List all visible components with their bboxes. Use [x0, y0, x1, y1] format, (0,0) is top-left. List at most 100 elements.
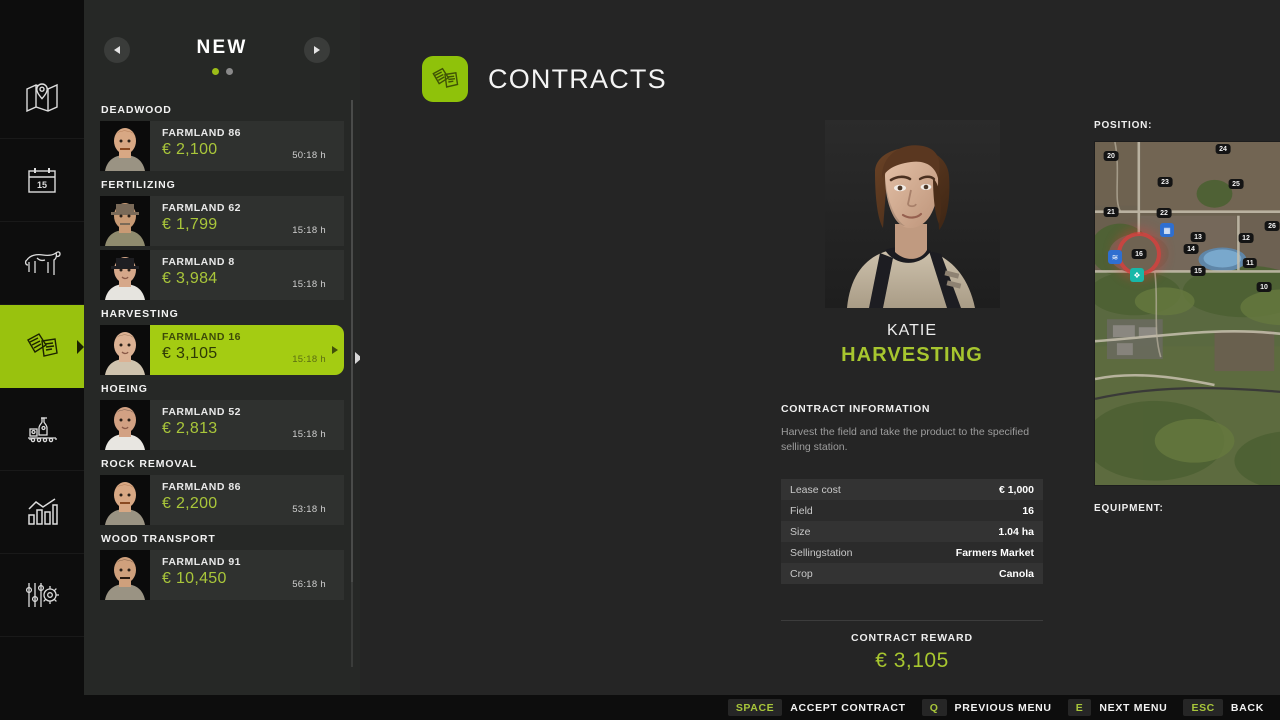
- field-number-badge: 12: [1238, 233, 1254, 243]
- field-number-badge: 23: [1157, 177, 1173, 187]
- reward-label: CONTRACT REWARD: [851, 632, 973, 644]
- calendar-15-icon: 15: [26, 165, 58, 195]
- list-scrollbar[interactable]: [351, 100, 353, 667]
- spec-row: Sellingstation Farmers Market: [781, 542, 1043, 564]
- contract-group-label: HARVESTING: [101, 308, 179, 320]
- key-action-label: BACK: [1230, 701, 1264, 714]
- svg-text:15: 15: [37, 180, 47, 190]
- contract-time-remaining: 15:18 h: [292, 429, 326, 440]
- contract-spec-table: Lease cost € 1,000 Field 16 Size 1.04 ha Se…: [781, 479, 1043, 585]
- contract-group-label: HOEING: [101, 383, 148, 395]
- prev-category-button[interactable]: [104, 37, 130, 63]
- divider: [781, 620, 1043, 621]
- avatar: [100, 325, 150, 375]
- chevron-right-icon: [314, 46, 320, 54]
- scrollbar-thumb[interactable]: [351, 100, 353, 582]
- field-number-badge: 15: [1190, 266, 1206, 276]
- contract-row[interactable]: FARMLAND 86 € 2,200 53:18 h: [100, 475, 344, 525]
- person-name: KATIE: [886, 322, 938, 339]
- field-number-badge: 20: [1103, 151, 1119, 161]
- contract-name: FARMLAND 91: [162, 556, 242, 568]
- contract-row[interactable]: FARMLAND 91 € 10,450 56:18 h: [100, 550, 344, 600]
- contract-group-label: ROCK REMOVAL: [101, 458, 198, 470]
- next-category-button[interactable]: [304, 37, 330, 63]
- spec-value: Canola: [998, 567, 1034, 580]
- contract-row[interactable]: FARMLAND 52 € 2,813 15:18 h: [100, 400, 344, 450]
- field-number-badge: 14: [1183, 244, 1199, 254]
- contract-row-body: FARMLAND 91 € 10,450 56:18 h: [150, 550, 344, 600]
- spec-key: Lease cost: [790, 483, 841, 496]
- contract-group-label: DEADWOOD: [101, 104, 172, 116]
- key-hint[interactable]: E NEXT MENU: [1067, 699, 1168, 716]
- spec-key: Sellingstation: [790, 546, 853, 559]
- field-number-badge: 24: [1215, 144, 1231, 154]
- avatar: [100, 250, 150, 300]
- contract-row-selected[interactable]: FARMLAND 16 € 3,105 15:18 h: [100, 325, 344, 375]
- main-content: CONTRACTS KATIE HARVESTING CONTRACT INFO…: [360, 0, 1280, 695]
- sidebar-item-animals[interactable]: [0, 222, 84, 305]
- spec-key: Field: [790, 504, 813, 517]
- spec-value: 16: [1022, 504, 1034, 517]
- map-poi-shop-garage-icon: ❖: [1130, 268, 1144, 282]
- key-cap: ESC: [1183, 699, 1223, 716]
- contract-row-body: FARMLAND 8 € 3,984 15:18 h: [150, 250, 344, 300]
- contract-detail-column: KATIE HARVESTING CONTRACT INFORMATION Ha…: [781, 120, 1043, 585]
- contract-row-body: FARMLAND 62 € 1,799 15:18 h: [150, 196, 344, 246]
- contract-name: FARMLAND 62: [162, 202, 242, 214]
- spec-row: Size 1.04 ha: [781, 521, 1043, 543]
- page-title: CONTRACTS: [488, 63, 667, 94]
- contract-row-body: FARMLAND 16 € 3,105 15:18 h: [150, 325, 344, 375]
- contract-row-body: FARMLAND 86 € 2,100 50:18 h: [150, 121, 344, 171]
- sidebar-item-map[interactable]: [0, 56, 84, 139]
- avatar: [100, 196, 150, 246]
- field-number-badge: 21: [1103, 207, 1119, 217]
- key-cap: Q: [921, 699, 947, 716]
- sidebar-item-statistics[interactable]: [0, 471, 84, 554]
- page-dot[interactable]: [211, 68, 219, 75]
- contract-list[interactable]: DEADWOOD FARMLAND 86 € 2,100 50:18 h FER…: [84, 96, 360, 695]
- person-job: HARVESTING: [841, 344, 983, 366]
- key-hint[interactable]: Q PREVIOUS MENU: [921, 699, 1052, 716]
- field-number-badge: 10: [1256, 282, 1272, 292]
- avatar: [100, 475, 150, 525]
- contract-list-panel: NEW DEADWOOD FARMLAND 86 € 2,100 50:18 h: [84, 0, 360, 695]
- contract-name: FARMLAND 52: [162, 406, 242, 418]
- map-terrain: [1095, 142, 1280, 485]
- key-hint[interactable]: SPACE ACCEPT CONTRACT: [727, 699, 906, 716]
- field-number-badge: 16: [1131, 249, 1147, 259]
- contract-time-remaining: 50:18 h: [292, 150, 326, 161]
- field-number-badge: 11: [1242, 258, 1258, 268]
- page-dot[interactable]: [225, 68, 233, 75]
- list-title: NEW: [196, 37, 248, 58]
- avatar: [100, 400, 150, 450]
- spec-key: Size: [790, 525, 811, 538]
- key-hint[interactable]: ESC BACK: [1183, 699, 1264, 716]
- sidebar-item-production[interactable]: [0, 388, 84, 471]
- sidebar-nav: 15: [0, 0, 84, 720]
- avatar: [824, 120, 1000, 308]
- sidebar-item-settings[interactable]: [0, 554, 84, 637]
- contract-time-remaining: 15:18 h: [292, 225, 326, 236]
- contract-row[interactable]: FARMLAND 86 € 2,100 50:18 h: [100, 121, 344, 171]
- key-action-label: NEXT MENU: [1099, 701, 1168, 714]
- key-cap: SPACE: [727, 699, 783, 716]
- chevron-left-icon: [114, 46, 120, 54]
- contract-group-label: FERTILIZING: [101, 179, 176, 191]
- contract-group-label: WOOD TRANSPORT: [101, 533, 216, 545]
- contract-information-heading: CONTRACT INFORMATION: [781, 403, 931, 415]
- contract-row[interactable]: FARMLAND 8 € 3,984 15:18 h: [100, 250, 344, 300]
- rail-spacer: [0, 0, 84, 56]
- map-view[interactable]: 2024323731333623253035343829442122284543…: [1094, 141, 1280, 486]
- field-number-badge: 13: [1190, 232, 1206, 242]
- contract-description: Harvest the field and take the product t…: [781, 426, 1030, 454]
- contract-row[interactable]: FARMLAND 62 € 1,799 15:18 h: [100, 196, 344, 246]
- contract-time-remaining: 53:18 h: [292, 504, 326, 515]
- list-header: NEW: [84, 0, 360, 96]
- sidebar-item-calendar[interactable]: 15: [0, 139, 84, 222]
- spec-value: € 1,000: [998, 483, 1034, 496]
- contracts-papers-icon: [422, 56, 468, 102]
- sidebar-item-contracts[interactable]: [0, 305, 84, 388]
- spec-key: Crop: [790, 567, 813, 580]
- map-pin-icon: [25, 82, 59, 112]
- field-number-badge: 26: [1264, 221, 1280, 231]
